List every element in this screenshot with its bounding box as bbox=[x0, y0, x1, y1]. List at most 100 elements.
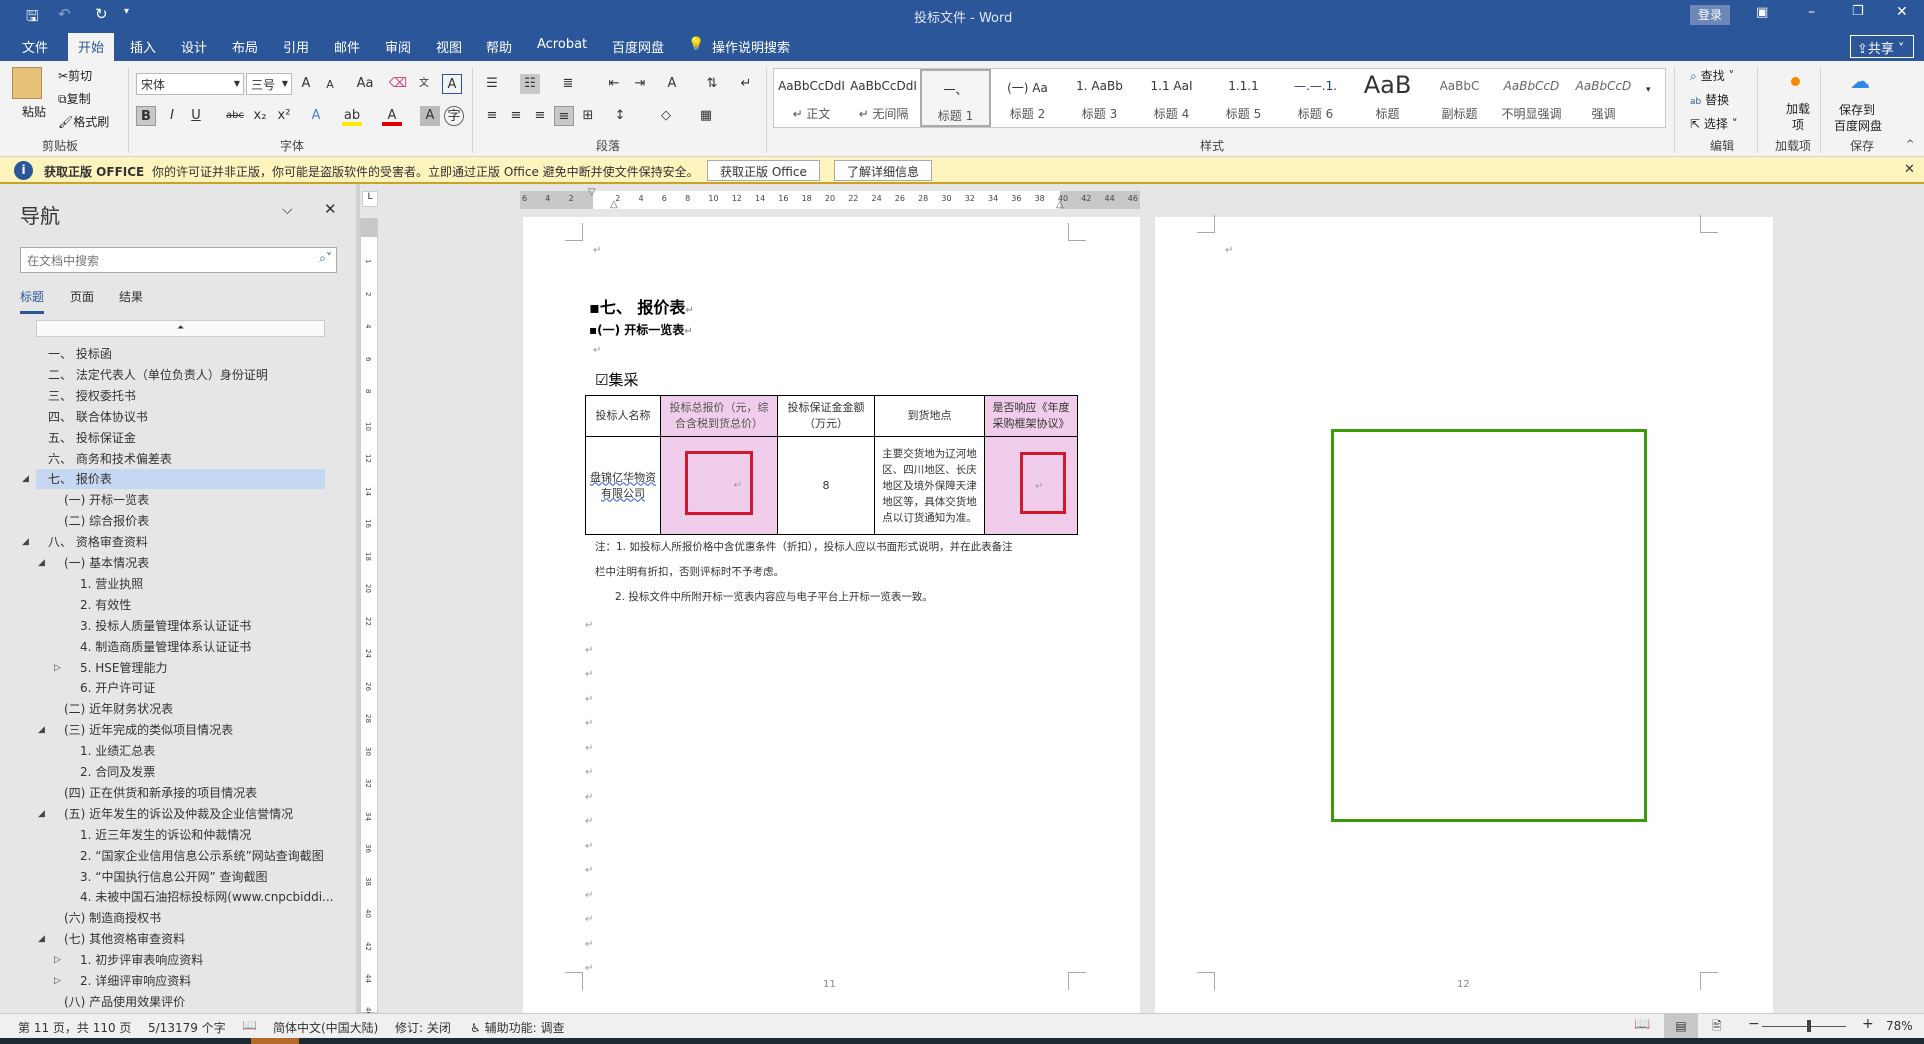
collapse-icon[interactable]: ◢ bbox=[38, 934, 45, 944]
note-1-cont[interactable]: 栏中注明有折扣，否则评标时不予考虑。 bbox=[595, 564, 784, 579]
print-layout-icon[interactable]: ▤ bbox=[1664, 1014, 1698, 1038]
tab-review[interactable]: 审阅 bbox=[385, 37, 411, 56]
show-marks-icon[interactable]: ↵ bbox=[736, 74, 756, 94]
nav-heading-item[interactable]: 二、 法定代表人（单位负责人）身份证明 bbox=[36, 365, 325, 385]
cell-delivery-location[interactable]: 主要交货地为辽河地区、四川地区、长庆地区及境外保障天津地区等，具体交货地点以订货… bbox=[874, 436, 985, 535]
tab-baidu[interactable]: 百度网盘 bbox=[612, 37, 664, 56]
nav-heading-item[interactable]: 4. 未被中国石油招标投标网(www.cnpcbiddi... bbox=[36, 887, 333, 907]
style-11[interactable]: AaBbCcD 强调 bbox=[1568, 69, 1639, 127]
header-total-price[interactable]: 投标总报价（元，综合含税到货总价） bbox=[660, 395, 778, 437]
nav-heading-item[interactable]: (五) 近年发生的诉讼及仲裁及企业信誉情况 bbox=[36, 804, 325, 824]
proofing-icon[interactable]: 📖 bbox=[242, 1018, 257, 1032]
addins-button[interactable]: 加载项 bbox=[1786, 101, 1810, 133]
read-mode-icon[interactable]: 📖 bbox=[1634, 1017, 1650, 1032]
cell-deposit[interactable]: 8 bbox=[777, 436, 875, 535]
cut-button[interactable]: ✂剪切 bbox=[58, 67, 92, 84]
nav-heading-item[interactable]: (七) 其他资格审查资料 bbox=[36, 929, 325, 949]
track-changes[interactable]: 修订: 关闭 bbox=[395, 1019, 451, 1036]
tell-me-search[interactable]: 操作说明搜索 bbox=[712, 37, 790, 56]
expand-icon[interactable]: ▷ bbox=[54, 976, 61, 986]
zoom-slider[interactable] bbox=[1762, 1026, 1846, 1027]
style-10[interactable]: AaBbCcD 不明显强调 bbox=[1496, 69, 1567, 127]
superscript-button[interactable]: x² bbox=[274, 106, 294, 126]
restore-icon[interactable]: ❐ bbox=[1852, 4, 1864, 19]
highlight-icon[interactable]: ab bbox=[342, 106, 362, 126]
scroll-to-top-button[interactable]: ⏶ bbox=[36, 320, 325, 337]
style-6[interactable]: 1.1.1 标题 5 bbox=[1208, 69, 1279, 127]
subscript-button[interactable]: x₂ bbox=[250, 106, 270, 126]
collapse-icon[interactable]: ◢ bbox=[38, 725, 45, 735]
search-icon[interactable]: ⌕˅ bbox=[319, 251, 332, 266]
line-spacing-icon[interactable]: ↕ bbox=[610, 106, 630, 126]
close-message-icon[interactable]: ✕ bbox=[1904, 162, 1915, 177]
nav-heading-item[interactable]: 2. “国家企业信用信息公示系统”网站查询截图 bbox=[36, 846, 325, 866]
nav-heading-item[interactable]: (三) 近年完成的类似项目情况表 bbox=[36, 720, 325, 740]
taskbar-item[interactable] bbox=[251, 1038, 299, 1044]
tab-selector-icon[interactable]: L bbox=[362, 191, 378, 207]
select-button[interactable]: ⇱ 选择 ˅ bbox=[1690, 115, 1738, 132]
align-center-icon[interactable]: ≡ bbox=[506, 106, 526, 126]
replace-button[interactable]: ab 替换 bbox=[1690, 91, 1729, 108]
nav-heading-item[interactable]: (六) 制造商授权书 bbox=[36, 908, 325, 928]
char-border-icon[interactable]: A bbox=[442, 74, 462, 94]
font-color-icon[interactable]: A bbox=[382, 106, 402, 126]
nav-heading-item[interactable]: 七、 报价表 bbox=[36, 469, 325, 490]
first-indent-marker[interactable]: ▽ bbox=[588, 187, 596, 198]
find-button[interactable]: ⌕ 查找 ˅ bbox=[1690, 67, 1734, 84]
increase-indent-icon[interactable]: ⇥ bbox=[630, 74, 650, 94]
tab-design[interactable]: 设计 bbox=[181, 37, 207, 56]
styles-more-icon[interactable]: ▾ bbox=[1646, 85, 1651, 95]
share-button[interactable]: ⇪共享 ˅ bbox=[1850, 35, 1914, 58]
nav-heading-item[interactable]: 四、 联合体协议书 bbox=[36, 407, 325, 427]
learn-more-button[interactable]: 了解详细信息 bbox=[834, 160, 933, 181]
align-right-icon[interactable]: ≡ bbox=[530, 106, 550, 126]
enclose-char-icon[interactable]: 字 bbox=[444, 106, 464, 126]
nav-heading-item[interactable]: 5. HSE管理能力 bbox=[36, 658, 325, 678]
ribbon-display-icon[interactable]: ▣ bbox=[1756, 5, 1768, 20]
signin-button[interactable]: 登录 bbox=[1690, 5, 1730, 25]
phonetic-guide-icon[interactable]: 文 bbox=[414, 74, 434, 94]
tab-acrobat[interactable]: Acrobat bbox=[537, 37, 587, 52]
close-icon[interactable]: ✕ bbox=[1896, 4, 1908, 20]
nav-heading-item[interactable]: 3. “中国执行信息公开网” 查询截图 bbox=[36, 867, 325, 887]
nav-tab-pages[interactable]: 页面 bbox=[70, 288, 94, 305]
shrink-font-button[interactable]: A bbox=[320, 75, 340, 95]
nav-heading-item[interactable]: 1. 业绩汇总表 bbox=[36, 741, 325, 761]
hanging-indent-marker[interactable]: △ bbox=[610, 199, 618, 210]
char-shading-icon[interactable]: A bbox=[420, 106, 440, 126]
nav-tab-results[interactable]: 结果 bbox=[119, 288, 143, 305]
cell-bidder-name[interactable]: 盘锦亿华物资有限公司 bbox=[585, 436, 661, 535]
style-0[interactable]: AaBbCcDdI ↵ 正文 bbox=[776, 69, 847, 127]
tab-home[interactable]: 开始 bbox=[68, 33, 115, 61]
bold-button[interactable]: B bbox=[136, 106, 156, 126]
tab-mailings[interactable]: 邮件 bbox=[334, 37, 360, 56]
nav-heading-item[interactable]: 2. 有效性 bbox=[36, 595, 325, 615]
underline-button[interactable]: U bbox=[186, 106, 206, 126]
nav-heading-item[interactable]: 八、 资格审查资料 bbox=[36, 532, 325, 552]
word-count[interactable]: 5/13179 个字 bbox=[148, 1019, 226, 1036]
nav-close-icon[interactable]: ✕ bbox=[324, 200, 337, 218]
right-indent-marker[interactable]: △ bbox=[1056, 199, 1064, 210]
language[interactable]: 简体中文(中国大陆) bbox=[273, 1019, 378, 1036]
bullets-icon[interactable]: ☰ bbox=[482, 74, 502, 94]
web-layout-icon[interactable]: 🖹 bbox=[1712, 1017, 1722, 1038]
nav-heading-item[interactable]: (四) 正在供货和新承接的项目情况表 bbox=[36, 783, 325, 803]
customize-qat-icon[interactable]: ▾ bbox=[124, 6, 129, 17]
font-size-select[interactable]: 三号 ▼ bbox=[246, 73, 292, 95]
clear-format-icon[interactable]: ⌫ bbox=[388, 74, 408, 94]
sort-icon[interactable]: ⇅ bbox=[702, 74, 722, 94]
heading-2[interactable]: ▪(一) 开标一览表↵ bbox=[589, 321, 693, 338]
page-count[interactable]: 第 11 页，共 110 页 bbox=[18, 1019, 131, 1036]
tab-view[interactable]: 视图 bbox=[436, 37, 462, 56]
nav-heading-item[interactable]: 一、 投标函 bbox=[36, 344, 325, 364]
nav-heading-item[interactable]: (一) 基本情况表 bbox=[36, 553, 325, 573]
tab-help[interactable]: 帮助 bbox=[486, 37, 512, 56]
nav-heading-item[interactable]: 2. 合同及发票 bbox=[36, 762, 325, 782]
zoom-slider-thumb[interactable] bbox=[1807, 1020, 1812, 1032]
expand-icon[interactable]: ▷ bbox=[54, 955, 61, 965]
nav-heading-item[interactable]: 2. 详细评审响应资料 bbox=[36, 971, 325, 991]
italic-button[interactable]: I bbox=[162, 106, 182, 126]
justify-icon[interactable]: ≡ bbox=[554, 106, 574, 126]
collapse-icon[interactable]: ◢ bbox=[22, 537, 29, 547]
nav-tab-headings[interactable]: 标题 bbox=[20, 288, 45, 314]
